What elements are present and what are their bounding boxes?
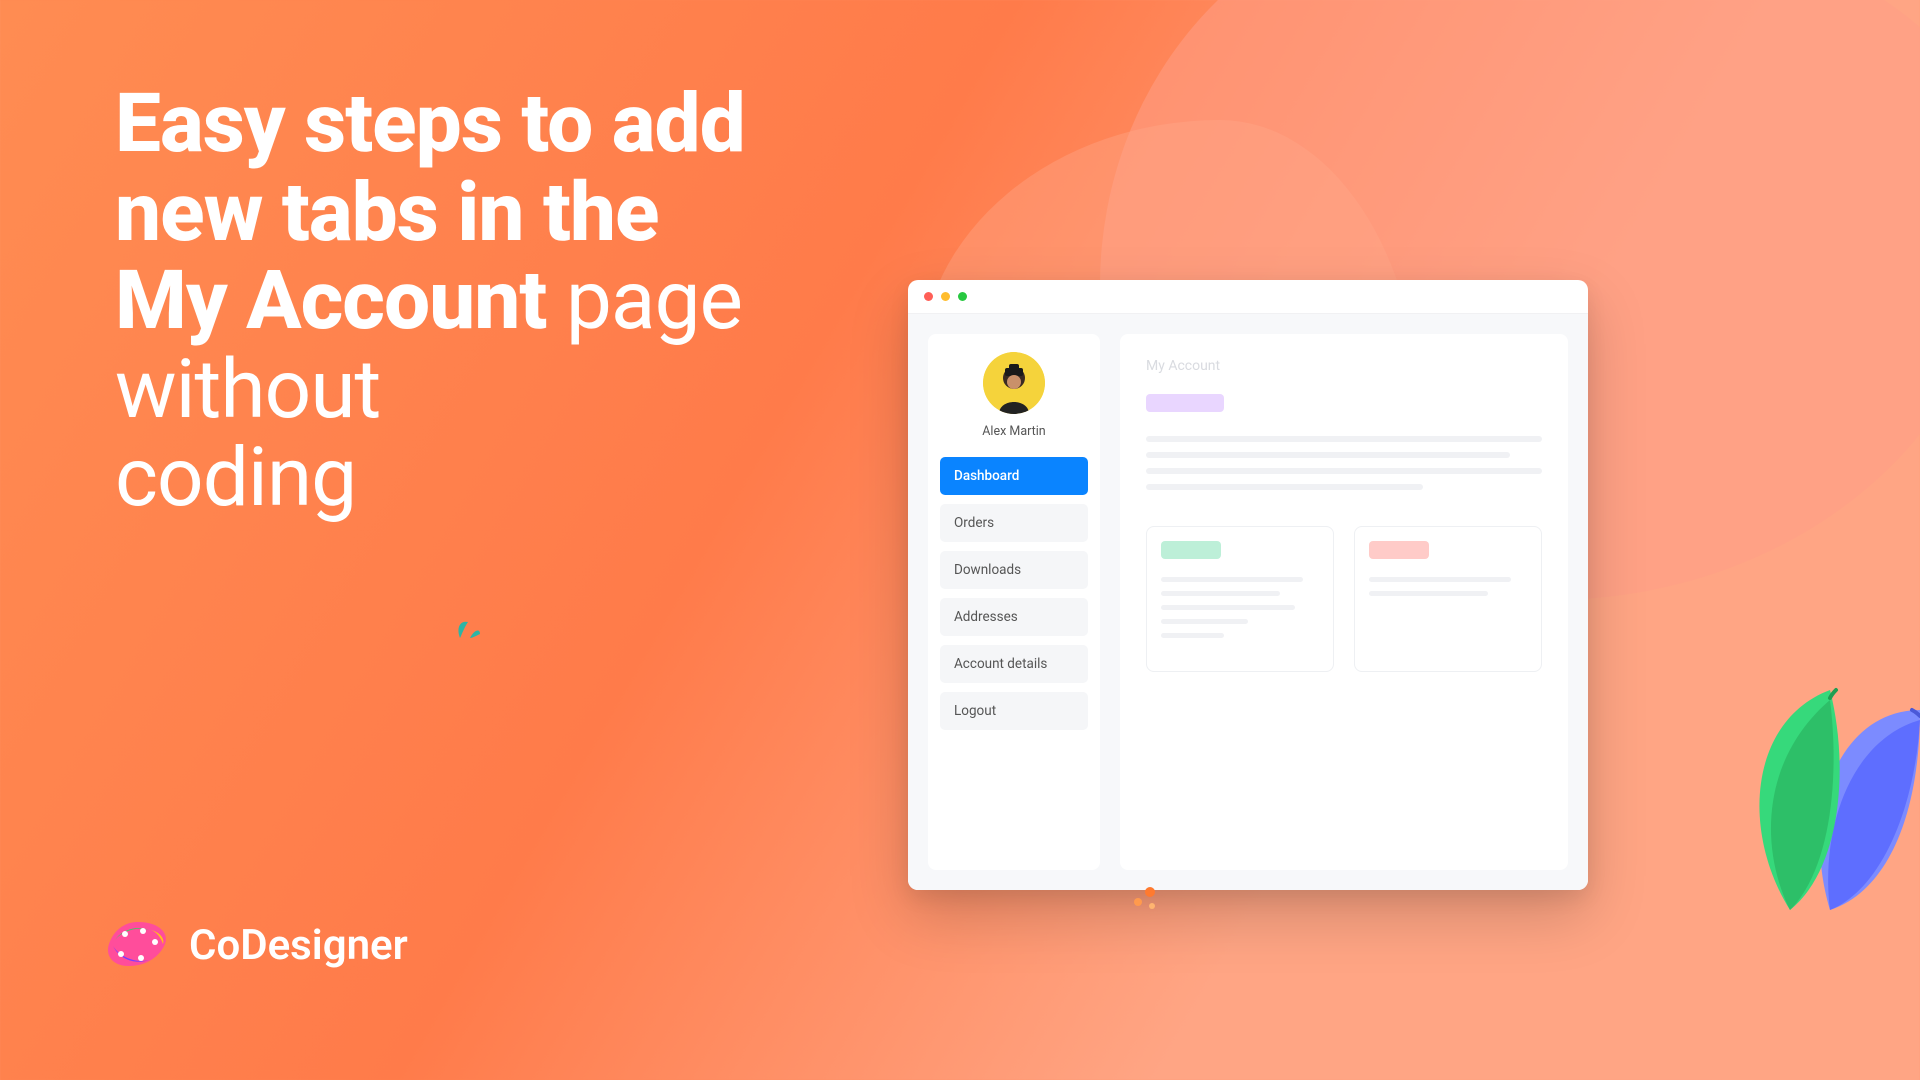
sidebar-item-logout[interactable]: Logout [940, 692, 1088, 730]
placeholder-line [1161, 591, 1280, 596]
content-title: My Account [1146, 358, 1542, 374]
codesigner-logo-icon [105, 920, 171, 970]
content-highlight-pill [1146, 394, 1224, 412]
headline-line-2: new tabs in the [115, 165, 659, 261]
sidebar-item-label: Addresses [954, 609, 1018, 625]
placeholder-line [1146, 452, 1510, 458]
sidebar-item-label: Downloads [954, 562, 1021, 578]
sidebar-item-downloads[interactable]: Downloads [940, 551, 1088, 589]
avatar-block: Alex Martin [940, 352, 1088, 439]
sidebar-item-account-details[interactable]: Account details [940, 645, 1088, 683]
placeholder-line [1161, 605, 1295, 610]
content-card [1146, 526, 1334, 672]
dots-accent-icon [1130, 886, 1160, 910]
page-headline: Easy steps to add new tabs in the My Acc… [115, 80, 875, 523]
traffic-light-minimize-icon[interactable] [941, 292, 950, 301]
placeholder-line [1146, 436, 1542, 442]
placeholder-line [1161, 577, 1303, 582]
brand-row: CoDesigner [105, 920, 408, 970]
card-tag-pill [1161, 541, 1221, 559]
placeholder-line [1146, 484, 1423, 490]
content-cards-row [1146, 526, 1542, 672]
headline-line-3-bold: My Account [115, 253, 546, 349]
sidebar-item-label: Account details [954, 656, 1047, 672]
card-tag-pill [1369, 541, 1429, 559]
avatar [983, 352, 1045, 414]
leaves-illustration-icon [1680, 650, 1920, 910]
placeholder-line [1369, 577, 1511, 582]
placeholder-line [1161, 633, 1224, 638]
avatar-illustration-icon [983, 352, 1045, 414]
account-content-panel: My Account [1120, 334, 1568, 870]
mock-browser-window: Alex Martin Dashboard Orders Downloads A… [908, 280, 1588, 890]
placeholder-line [1369, 591, 1488, 596]
window-titlebar [908, 280, 1588, 314]
sidebar-item-label: Orders [954, 515, 994, 531]
sidebar-item-orders[interactable]: Orders [940, 504, 1088, 542]
headline-line-4: coding [115, 430, 356, 526]
sidebar-item-addresses[interactable]: Addresses [940, 598, 1088, 636]
sidebar-item-label: Dashboard [954, 468, 1019, 484]
traffic-light-zoom-icon[interactable] [958, 292, 967, 301]
sprout-icon [450, 610, 484, 640]
placeholder-line [1146, 468, 1542, 474]
account-sidebar: Alex Martin Dashboard Orders Downloads A… [928, 334, 1100, 870]
window-canvas: Alex Martin Dashboard Orders Downloads A… [908, 314, 1588, 890]
traffic-light-close-icon[interactable] [924, 292, 933, 301]
username-label: Alex Martin [982, 424, 1045, 439]
headline-line-1: Easy steps to add [115, 76, 745, 172]
placeholder-line [1161, 619, 1248, 624]
content-card [1354, 526, 1542, 672]
sidebar-item-dashboard[interactable]: Dashboard [940, 457, 1088, 495]
sidebar-item-label: Logout [954, 703, 996, 719]
brand-name: CoDesigner [189, 921, 408, 970]
